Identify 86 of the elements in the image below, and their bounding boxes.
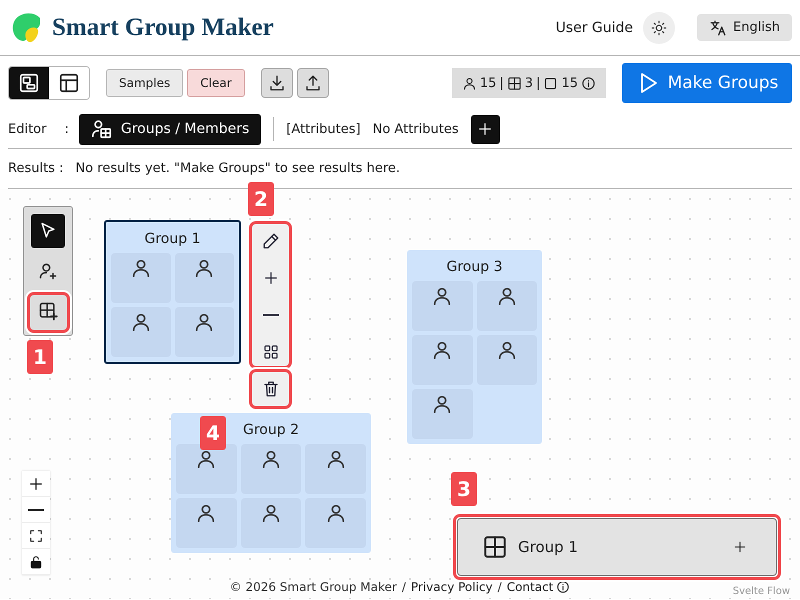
- member-slot[interactable]: [476, 281, 537, 331]
- attributes-value: No Attributes: [372, 122, 459, 136]
- member-slot[interactable]: [174, 307, 234, 357]
- view-toggle[interactable]: [9, 67, 49, 99]
- highlight-frame: [27, 292, 70, 333]
- group-add-icon: [38, 301, 58, 321]
- fit-button[interactable]: [22, 523, 50, 549]
- member-slot[interactable]: [176, 498, 237, 548]
- groups-members-tab[interactable]: Groups / Members: [78, 114, 262, 144]
- member-slot[interactable]: [111, 307, 170, 357]
- member-slot[interactable]: [176, 444, 237, 494]
- people-grid-icon: [90, 118, 113, 140]
- group-count: 3: [524, 76, 534, 90]
- footer-separator: /: [498, 580, 502, 594]
- group-panel[interactable]: Group 1: [457, 518, 777, 576]
- panel-title: Group 1: [518, 538, 578, 556]
- person-add-icon: [38, 261, 58, 281]
- stats-separator: |: [536, 76, 540, 90]
- group-title: Group 3: [446, 259, 502, 275]
- member-slot[interactable]: [476, 335, 537, 385]
- member-count: 15: [480, 76, 496, 90]
- pencil-icon: [262, 232, 280, 250]
- privacy-policy-link[interactable]: Privacy Policy: [410, 580, 493, 594]
- canvas-view-icon: [18, 72, 40, 94]
- table-view-icon: [58, 72, 80, 94]
- results-label: Results :: [8, 161, 64, 176]
- grid-icon: [482, 534, 508, 560]
- member-slot[interactable]: [240, 444, 302, 494]
- app-title: Smart Group Maker: [52, 14, 274, 42]
- download-icon: [268, 74, 286, 92]
- make-groups-button[interactable]: Make Groups: [622, 63, 792, 103]
- zoom-in-button[interactable]: [22, 471, 50, 497]
- step-badge: 2: [248, 182, 274, 216]
- member-slot[interactable]: [174, 253, 234, 303]
- label-separator: :: [64, 122, 69, 136]
- plus-icon: [262, 270, 278, 286]
- seat-count: 15: [561, 76, 578, 90]
- editor-label: Editor: [8, 122, 46, 136]
- contact-link[interactable]: Contact: [506, 580, 570, 594]
- member-slot[interactable]: [412, 389, 472, 439]
- step-badge: 1: [27, 340, 53, 374]
- grid-icon: [506, 76, 522, 90]
- sun-icon: [651, 20, 668, 36]
- upload-icon: [304, 74, 322, 92]
- samples-button[interactable]: Samples: [106, 69, 184, 97]
- grid-icon: [262, 344, 278, 360]
- attributes-label: [Attributes]: [286, 122, 361, 136]
- plus-icon: [733, 540, 747, 554]
- trash-icon: [262, 380, 280, 398]
- minus-icon: [28, 508, 44, 510]
- results-message: No results yet. "Make Groups" to see results here.: [75, 161, 400, 176]
- step-badge: 3: [451, 472, 477, 506]
- zoom-out-button[interactable]: [22, 497, 50, 523]
- member-slot[interactable]: [305, 444, 366, 494]
- language-button[interactable]: English: [697, 14, 792, 41]
- group-node[interactable]: Group 1: [104, 220, 241, 364]
- fit-view-icon: [29, 528, 43, 542]
- member-slot[interactable]: [111, 253, 170, 303]
- lock-icon: [29, 554, 43, 568]
- plus-icon: [477, 121, 494, 137]
- step-badge: 4: [200, 416, 226, 450]
- add-attribute-button[interactable]: [470, 114, 500, 144]
- clear-button[interactable]: Clear: [187, 69, 245, 97]
- footer-separator: /: [402, 580, 406, 594]
- translate-icon: [709, 18, 728, 36]
- stats-separator: |: [499, 76, 504, 90]
- plus-icon: [28, 476, 44, 492]
- member-slot[interactable]: [412, 335, 472, 385]
- lock-button[interactable]: [22, 549, 50, 575]
- member-slot[interactable]: [305, 498, 366, 548]
- theme-toggle[interactable]: [643, 12, 676, 44]
- group-title: Group 2: [243, 422, 299, 438]
- minus-icon: [262, 314, 278, 316]
- upload-button[interactable]: [296, 68, 329, 98]
- download-button[interactable]: [260, 68, 293, 98]
- seat-icon: [543, 76, 558, 90]
- member-slot[interactable]: [240, 498, 302, 548]
- group-node[interactable]: Group 3: [407, 250, 542, 444]
- copyright-text: © 2026 Smart Group Maker: [230, 580, 397, 594]
- user-guide-link[interactable]: User Guide: [556, 20, 634, 36]
- member-slot[interactable]: [412, 281, 472, 331]
- canvas-tool[interactable]: [31, 214, 65, 248]
- info-icon: [556, 580, 570, 594]
- person-icon: [462, 76, 477, 90]
- info-icon: [581, 76, 596, 90]
- group-title: Group 1: [144, 231, 200, 247]
